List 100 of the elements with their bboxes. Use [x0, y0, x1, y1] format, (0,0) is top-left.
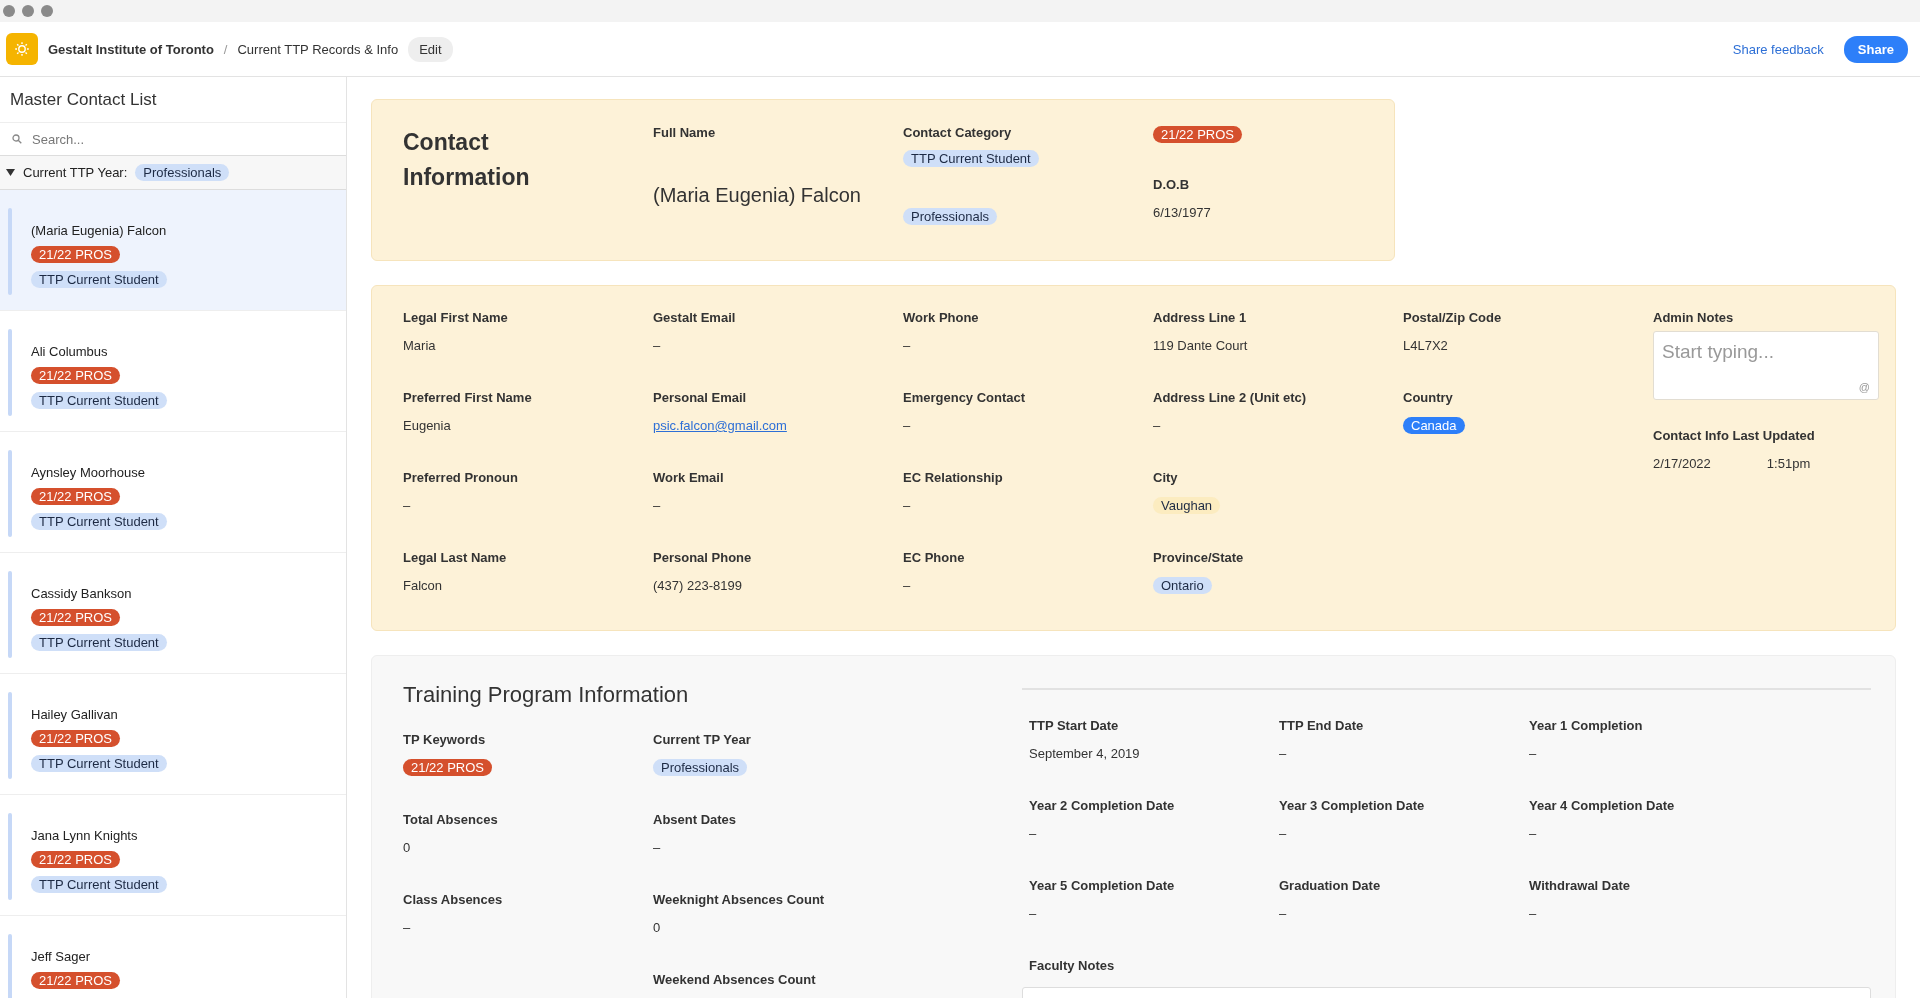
field-label: Graduation Date	[1279, 878, 1381, 893]
field-label: Total Absences	[403, 812, 498, 827]
search-field[interactable]: Search...	[30, 130, 334, 148]
field-value: (437) 223-8199	[653, 578, 742, 593]
tag: 21/22 PROS	[31, 730, 120, 747]
field-value: –	[1029, 826, 1037, 841]
contact-name: (Maria Eugenia) Falcon	[31, 223, 167, 238]
contact-name: Jana Lynn Knights	[31, 828, 138, 843]
field-label: EC Relationship	[903, 470, 1003, 485]
field-label: Work Phone	[903, 310, 979, 325]
field-label: Faculty Notes	[1029, 958, 1116, 973]
field-label: Weeknight Absences Count	[653, 892, 825, 907]
field-value: –	[1153, 418, 1161, 433]
field-value: 6/13/1977	[1153, 205, 1211, 220]
tag: TTP Current Student	[31, 634, 167, 651]
field-label: Legal Last Name	[403, 550, 507, 565]
field-label: Address Line 2 (Unit etc)	[1153, 390, 1307, 405]
tag: Professionals	[135, 164, 230, 181]
field-label: Current TP Year	[653, 732, 751, 747]
field-label: Weekend Absences Count	[653, 972, 816, 987]
field-value: Falcon	[403, 578, 443, 593]
tag: Professionals	[903, 208, 998, 225]
field-label: Personal Phone	[653, 550, 752, 565]
tag: 21/22 PROS	[403, 759, 492, 776]
field-value: L4L7X2	[1403, 338, 1448, 353]
contact-name: Cassidy Bankson	[31, 586, 132, 601]
email-link[interactable]: psic.falcon@gmail.com	[653, 418, 787, 433]
field-label: Year 4 Completion Date	[1529, 798, 1675, 813]
field-label: Admin Notes	[1653, 310, 1734, 325]
field-label: Preferred Pronoun	[403, 470, 518, 485]
field-label: Full Name	[653, 125, 716, 140]
tag: TTP Current Student	[31, 392, 167, 409]
field-value: 1:51pm	[1766, 456, 1811, 471]
tag: TTP Current Student	[31, 755, 167, 772]
field-value: 2/17/2022	[1653, 456, 1711, 471]
field-value: –	[903, 418, 911, 433]
field-value: –	[653, 840, 661, 855]
field-value: –	[1529, 906, 1537, 921]
caret-icon[interactable]	[6, 168, 15, 177]
tag: 21/22 PROS	[31, 488, 120, 505]
field-value: September 4, 2019	[1029, 746, 1140, 761]
tag: Ontario	[1153, 577, 1212, 594]
field-value: Maria	[403, 338, 436, 353]
field-value: 0	[653, 920, 661, 935]
field-value: –	[903, 498, 911, 513]
field-label: Country	[1403, 390, 1453, 405]
field-value: –	[1279, 746, 1287, 761]
card-title: Training Program Information	[403, 682, 690, 708]
window-control[interactable]	[41, 5, 53, 17]
edit-button[interactable]: Edit	[408, 36, 453, 62]
tag: Vaughan	[1153, 497, 1221, 514]
field-label: Year 5 Completion Date	[1029, 878, 1175, 893]
share-feedback-link[interactable]: Share feedback	[1732, 41, 1824, 57]
tag: 21/22 PROS	[31, 609, 120, 626]
field-label: Gestalt Email	[653, 310, 736, 325]
tag: 21/22 PROS	[31, 972, 120, 989]
field-value: –	[653, 498, 661, 513]
field-value: –	[1529, 746, 1537, 761]
contact-name: Jeff Sager	[31, 949, 91, 964]
field-value: 0	[403, 840, 411, 855]
window-control[interactable]	[22, 5, 34, 17]
tag: Canada	[1403, 417, 1465, 434]
field-value: –	[1529, 826, 1537, 841]
field-label: TTP End Date	[1279, 718, 1364, 733]
share-button[interactable]: Share	[1843, 35, 1908, 63]
window-control[interactable]	[3, 5, 15, 17]
field-label: Address Line 1	[1153, 310, 1247, 325]
full-name: (Maria Eugenia) Falcon	[653, 184, 861, 207]
field-label: Legal First Name	[403, 310, 508, 325]
field-value: Eugenia	[403, 418, 451, 433]
workspace-name: Gestalt Institute of Toronto	[48, 41, 214, 57]
breadcrumb-separator: /	[223, 41, 228, 57]
field-label: Year 2 Completion Date	[1029, 798, 1175, 813]
field-label: Work Email	[653, 470, 724, 485]
field-label: Absent Dates	[653, 812, 737, 827]
field-value: –	[903, 578, 911, 593]
field-value: –	[653, 338, 661, 353]
field-label: Personal Email	[653, 390, 747, 405]
tag: 21/22 PROS	[31, 246, 120, 263]
contact-name: Ali Columbus	[31, 344, 108, 359]
tag: TTP Current Student	[31, 513, 167, 530]
field-value: –	[403, 498, 411, 513]
field-label: Preferred First Name	[403, 390, 532, 405]
field-label: City	[1153, 470, 1178, 485]
tag: 21/22 PROS	[31, 367, 120, 384]
field-label: Withdrawal Date	[1529, 878, 1630, 893]
group-label: Current TTP Year:	[23, 165, 128, 180]
field-label: Contact Info Last Updated	[1653, 428, 1815, 443]
field-label: D.O.B	[1153, 177, 1190, 192]
field-value: –	[403, 920, 411, 935]
field-value: –	[1029, 906, 1037, 921]
sidebar-title: Master Contact List	[0, 77, 346, 123]
tag: 21/22 PROS	[1153, 126, 1242, 143]
field-label: Contact Category	[903, 125, 1012, 140]
field-value: –	[1279, 826, 1287, 841]
field-label: TTP Start Date	[1029, 718, 1119, 733]
page-title: Current TTP Records & Info	[237, 41, 399, 57]
tag: TTP Current Student	[31, 271, 167, 288]
contact-item[interactable]: (Maria Eugenia) Falcon 21/22 PROS TTP Current Student	[0, 190, 346, 311]
field-label: Province/State	[1153, 550, 1244, 565]
